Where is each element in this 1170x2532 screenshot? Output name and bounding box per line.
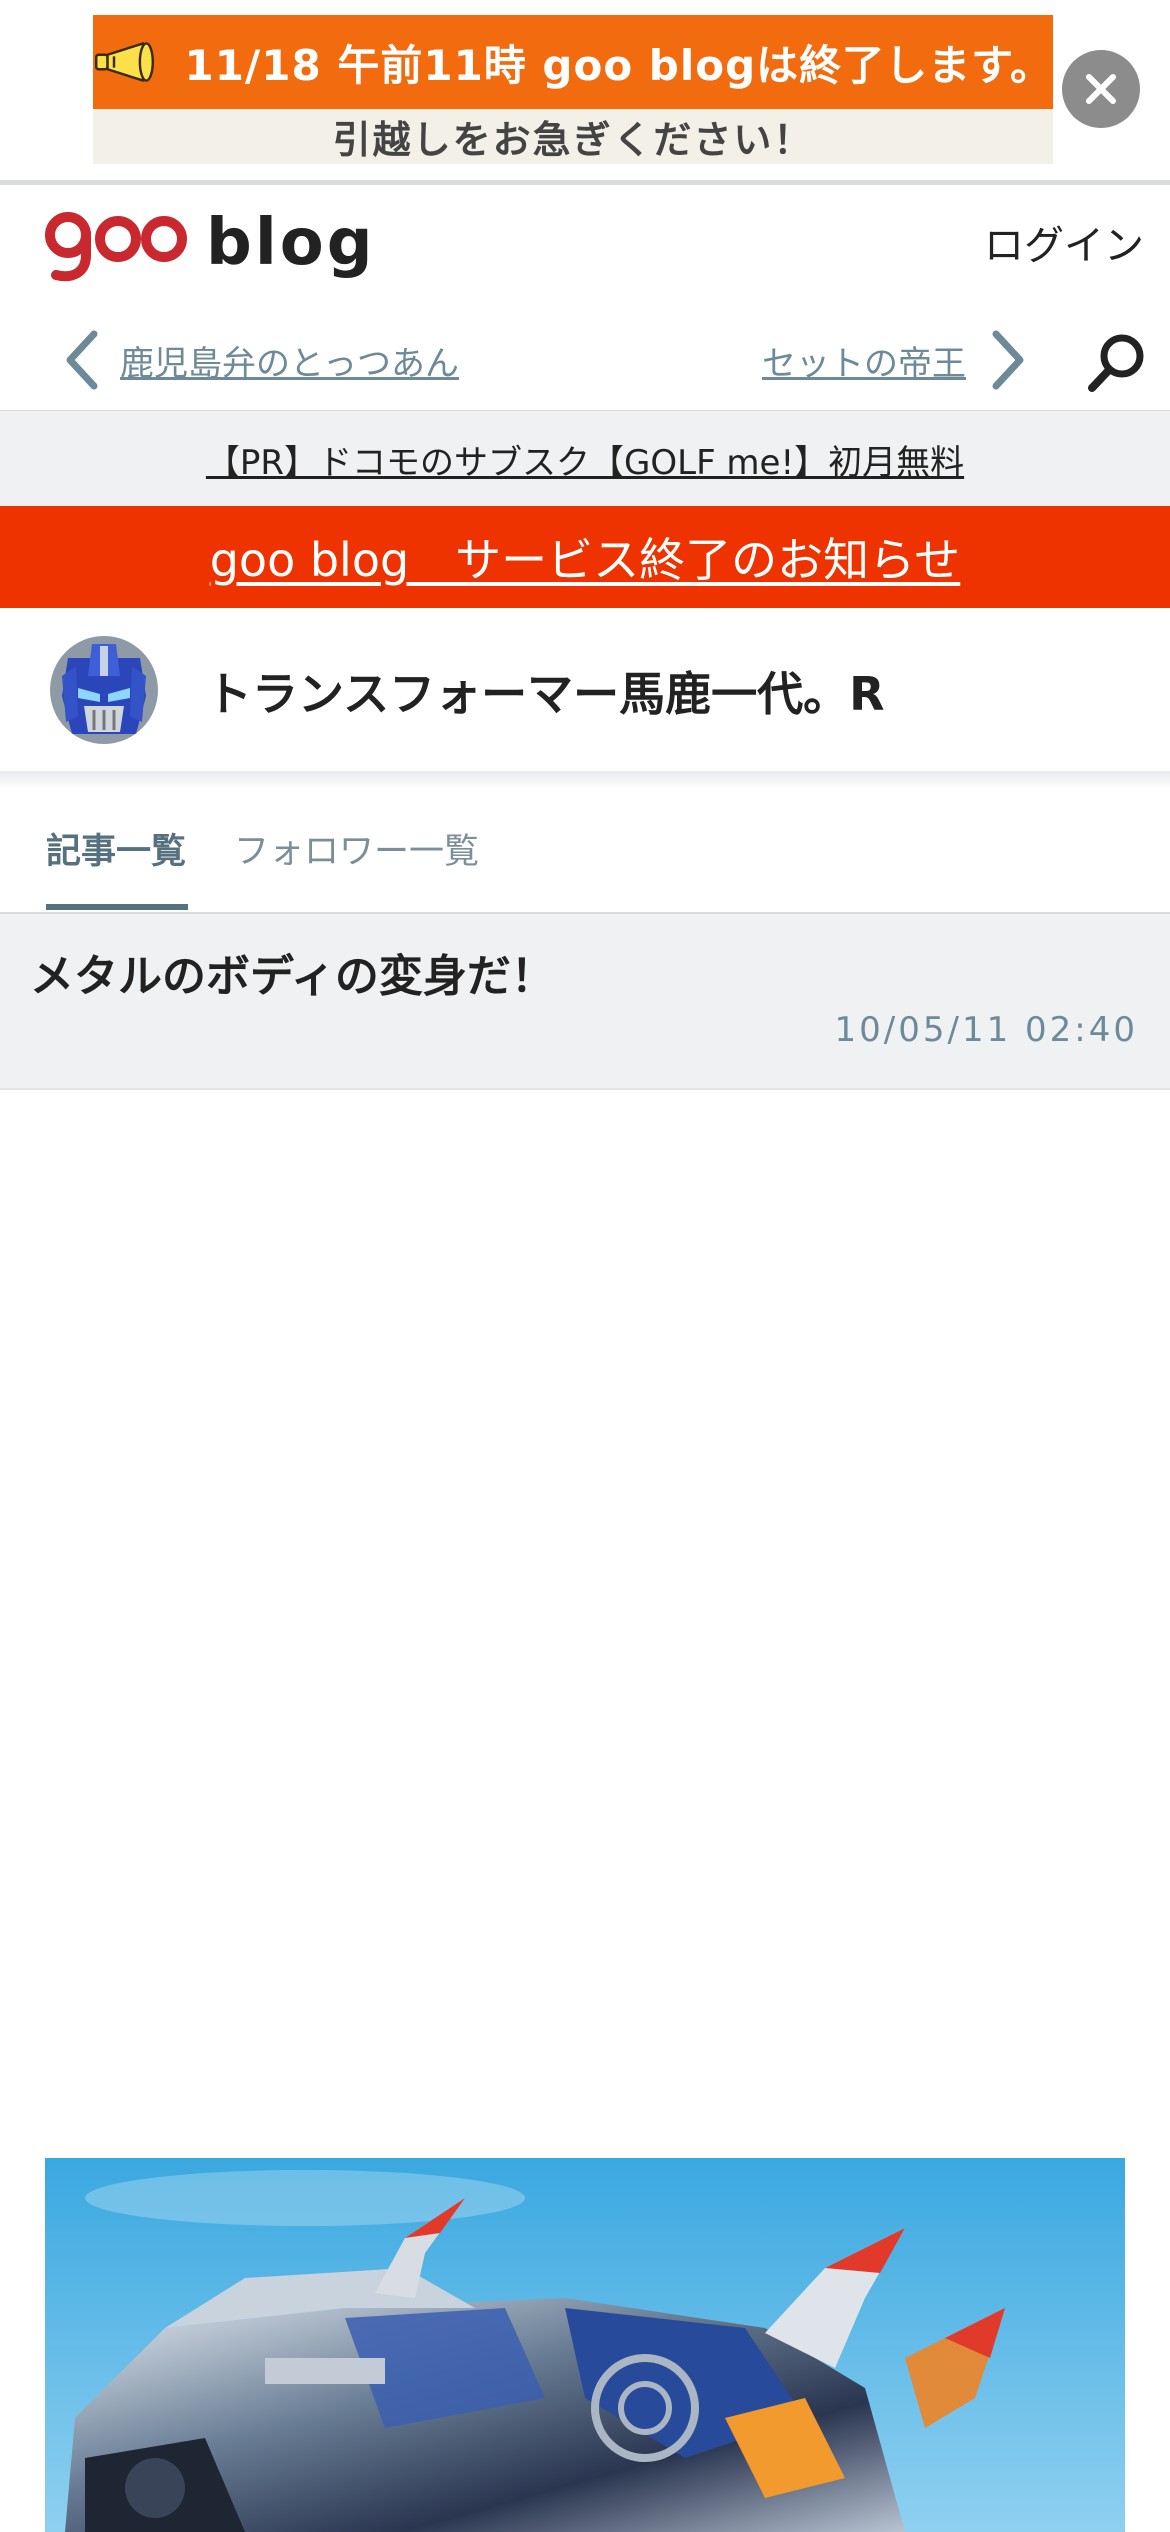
service-end-notice-link[interactable]: goo blog サービス終了のお知らせ — [210, 524, 961, 590]
promo-headline: 11/18 午前11時 goo blogは終了します。 — [184, 40, 1053, 90]
chevron-left-icon — [66, 330, 98, 390]
goo-blog-logo[interactable]: blog — [44, 203, 376, 283]
close-icon — [1086, 74, 1116, 104]
article-title: メタルのボディの変身だ！ — [30, 951, 555, 1002]
promo-banner[interactable]: 11/18 午前11時 goo blogは終了します。 引越しをお急ぎください！ — [0, 0, 1170, 185]
next-blog-link[interactable]: セットの帝王 — [762, 328, 1030, 392]
blog-header: トランスフォーマー馬鹿一代。R — [0, 608, 1170, 771]
header-shadow — [0, 771, 1170, 789]
prev-blog-link[interactable]: 鹿児島弁のとっつあん — [60, 328, 459, 392]
promo-top-bar: 11/18 午前11時 goo blogは終了します。 — [93, 15, 1053, 109]
promo-subline: 引越しをお急ぎください！ — [93, 109, 1053, 164]
pr-ad-link[interactable]: 【PR】ドコモのサブスク【GOLF me!】初月無料 — [206, 435, 964, 484]
promo-card[interactable]: 11/18 午前11時 goo blogは終了します。 引越しをお急ぎください！ — [93, 15, 1053, 164]
tab-followers[interactable]: フォロワー一覧 — [234, 823, 479, 874]
prev-blog-label[interactable]: 鹿児島弁のとっつあん — [120, 336, 459, 385]
search-icon[interactable] — [1084, 330, 1148, 394]
next-blog-label[interactable]: セットの帝王 — [762, 336, 966, 385]
robot-avatar-icon — [50, 636, 158, 744]
avatar[interactable] — [50, 636, 158, 744]
toy-photo-image — [45, 2158, 1125, 2532]
login-link[interactable]: ログイン — [984, 213, 1144, 271]
article-date: 10/05/11 02:40 — [834, 1010, 1138, 1050]
blog-title[interactable]: トランスフォーマー馬鹿一代。R — [206, 658, 885, 724]
logo-blog-text: blog — [206, 206, 376, 280]
service-end-notice: goo blog サービス終了のお知らせ — [0, 506, 1170, 608]
megaphone-icon — [95, 42, 155, 82]
promo-close-button[interactable] — [1062, 50, 1140, 128]
goo-logo — [45, 212, 187, 282]
site-header: blog ログイン — [0, 185, 1170, 310]
blog-tabs: 記事一覧 フォロワー一覧 — [0, 789, 1170, 914]
blog-nav: 鹿児島弁のとっつあん セットの帝王 — [0, 310, 1170, 410]
tab-articles[interactable]: 記事一覧 — [46, 823, 186, 874]
article-photo[interactable] — [45, 2158, 1125, 2532]
chevron-right-icon — [992, 330, 1024, 390]
pr-ad-bar: 【PR】ドコモのサブスク【GOLF me!】初月無料 — [0, 410, 1170, 507]
active-tab-indicator — [46, 904, 188, 910]
article-header: メタルのボディの変身だ！ 10/05/11 02:40 — [0, 914, 1170, 1090]
